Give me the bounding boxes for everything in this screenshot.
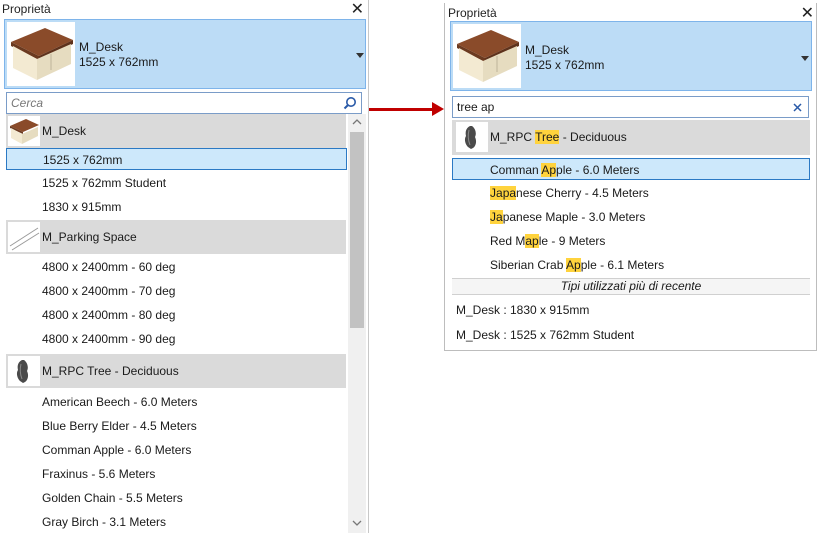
type-label: 1525 x 762mm Student xyxy=(42,176,167,190)
family-row-m-rpc-tree: M_RPC Tree - Deciduous xyxy=(452,120,810,155)
type-row[interactable]: 4800 x 2400mm - 70 deg xyxy=(6,280,347,302)
type-label: Comman Apple - 6.0 Meters xyxy=(42,443,192,457)
type-label: Siberian Crab Apple - 6.1 Meters xyxy=(490,258,665,272)
type-label: Gray Birch - 3.1 Meters xyxy=(42,515,167,529)
type-label: 1525 x 762mm xyxy=(43,153,123,167)
type-label: 4800 x 2400mm - 90 deg xyxy=(42,332,176,346)
panel-title: Proprietà xyxy=(2,2,51,16)
type-label: Golden Chain - 5.5 Meters xyxy=(42,491,183,505)
tree-icon xyxy=(8,356,40,386)
type-row[interactable]: Golden Chain - 5.5 Meters xyxy=(6,487,347,509)
type-row[interactable]: Japanese Cherry - 4.5 Meters xyxy=(452,182,810,204)
properties-panel-right: Proprietà ✕ M_Desk 1525 x 762mm tree ap … xyxy=(444,3,817,351)
close-icon[interactable]: ✕ xyxy=(351,0,364,19)
type-row[interactable]: Siberian Crab Apple - 6.1 Meters xyxy=(452,254,810,276)
scroll-down-icon[interactable] xyxy=(352,519,362,527)
type-label: 1830 x 915mm xyxy=(42,200,122,214)
desk-family-icon xyxy=(8,116,40,146)
type-row[interactable]: 1525 x 762mm Student xyxy=(6,172,347,194)
selector-family-name: M_Desk xyxy=(525,43,570,57)
type-row[interactable]: American Beech - 6.0 Meters xyxy=(6,391,347,413)
family-row-m-desk: M_Desk xyxy=(6,114,346,148)
filtered-type-list: M_RPC Tree - Deciduous Comman Apple - 6.… xyxy=(452,120,810,346)
selector-family-name: M_Desk xyxy=(79,40,124,54)
type-row[interactable]: Japanese Maple - 3.0 Meters xyxy=(452,206,810,228)
type-row[interactable]: Blue Berry Elder - 4.5 Meters xyxy=(6,415,347,437)
recent-type-item[interactable]: M_Desk : 1830 x 915mm xyxy=(456,303,589,317)
type-row[interactable]: 4800 x 2400mm - 60 deg xyxy=(6,256,347,278)
title-bar: Proprietà ✕ xyxy=(0,0,368,18)
type-label: Japanese Maple - 3.0 Meters xyxy=(490,210,646,224)
family-row-m-parking-space: M_Parking Space xyxy=(6,220,346,254)
properties-panel-left: Proprietà ✕ M_Desk 1525 x 762mm Cerca M_… xyxy=(0,0,369,533)
desk-thumbnail xyxy=(7,22,75,86)
clear-icon[interactable] xyxy=(793,103,802,112)
panel-title: Proprietà xyxy=(448,6,497,20)
type-row[interactable]: Fraxinus - 5.6 Meters xyxy=(6,463,347,485)
type-selector[interactable]: M_Desk 1525 x 762mm xyxy=(450,21,812,91)
search-icon[interactable] xyxy=(343,96,357,110)
arrow-right-icon xyxy=(369,108,433,111)
scrollbar[interactable] xyxy=(348,114,366,533)
tree-icon xyxy=(456,122,488,152)
type-row[interactable]: Comman Apple - 6.0 Meters xyxy=(6,439,347,461)
type-label: Comman Apple - 6.0 Meters xyxy=(490,163,640,177)
type-label: Japanese Cherry - 4.5 Meters xyxy=(490,186,649,200)
type-row[interactable]: 1830 x 915mm xyxy=(6,196,347,218)
type-row[interactable]: 4800 x 2400mm - 80 deg xyxy=(6,304,347,326)
type-row-selected[interactable]: Comman Apple - 6.0 Meters xyxy=(452,158,810,180)
recent-type-item[interactable]: M_Desk : 1525 x 762mm Student xyxy=(456,328,634,342)
parking-space-icon xyxy=(8,222,40,252)
selector-type-size: 1525 x 762mm xyxy=(79,55,159,69)
family-row-m-rpc-tree: M_RPC Tree - Deciduous xyxy=(6,354,346,388)
scroll-up-icon[interactable] xyxy=(352,118,362,126)
family-name: M_Desk xyxy=(42,124,87,138)
family-name: M_RPC Tree - Deciduous xyxy=(42,364,179,378)
dropdown-arrow-icon[interactable] xyxy=(356,53,364,58)
type-row[interactable]: 4800 x 2400mm - 90 deg xyxy=(6,328,347,350)
arrow-right-head xyxy=(432,102,444,116)
type-label: Red Maple - 9 Meters xyxy=(490,234,606,248)
type-selector[interactable]: M_Desk 1525 x 762mm xyxy=(4,19,366,89)
close-icon[interactable]: ✕ xyxy=(801,3,814,23)
family-name: M_RPC Tree - Deciduous xyxy=(490,130,627,144)
type-label: 4800 x 2400mm - 80 deg xyxy=(42,308,176,322)
type-label: American Beech - 6.0 Meters xyxy=(42,395,198,409)
type-label: 4800 x 2400mm - 60 deg xyxy=(42,260,176,274)
search-box[interactable] xyxy=(452,96,809,118)
recent-types-header: Tipi utilizzati più di recente xyxy=(452,278,810,295)
scroll-thumb[interactable] xyxy=(350,132,364,328)
type-label: Fraxinus - 5.6 Meters xyxy=(42,467,156,481)
search-input[interactable] xyxy=(457,99,788,115)
desk-thumbnail xyxy=(453,24,521,88)
type-row-selected[interactable]: 1525 x 762mm xyxy=(6,148,347,170)
type-list: M_Desk 1525 x 762mm 1525 x 762mm Student… xyxy=(6,114,348,533)
search-box[interactable] xyxy=(6,92,362,114)
search-input[interactable] xyxy=(11,95,341,111)
type-label: 4800 x 2400mm - 70 deg xyxy=(42,284,176,298)
type-row[interactable]: Red Maple - 9 Meters xyxy=(452,230,810,252)
title-bar: Proprietà ✕ xyxy=(445,3,816,23)
selector-type-size: 1525 x 762mm xyxy=(525,58,605,72)
family-name: M_Parking Space xyxy=(42,230,137,244)
type-label: Blue Berry Elder - 4.5 Meters xyxy=(42,419,197,433)
dropdown-arrow-icon[interactable] xyxy=(801,56,809,61)
type-row[interactable]: Gray Birch - 3.1 Meters xyxy=(6,511,347,533)
